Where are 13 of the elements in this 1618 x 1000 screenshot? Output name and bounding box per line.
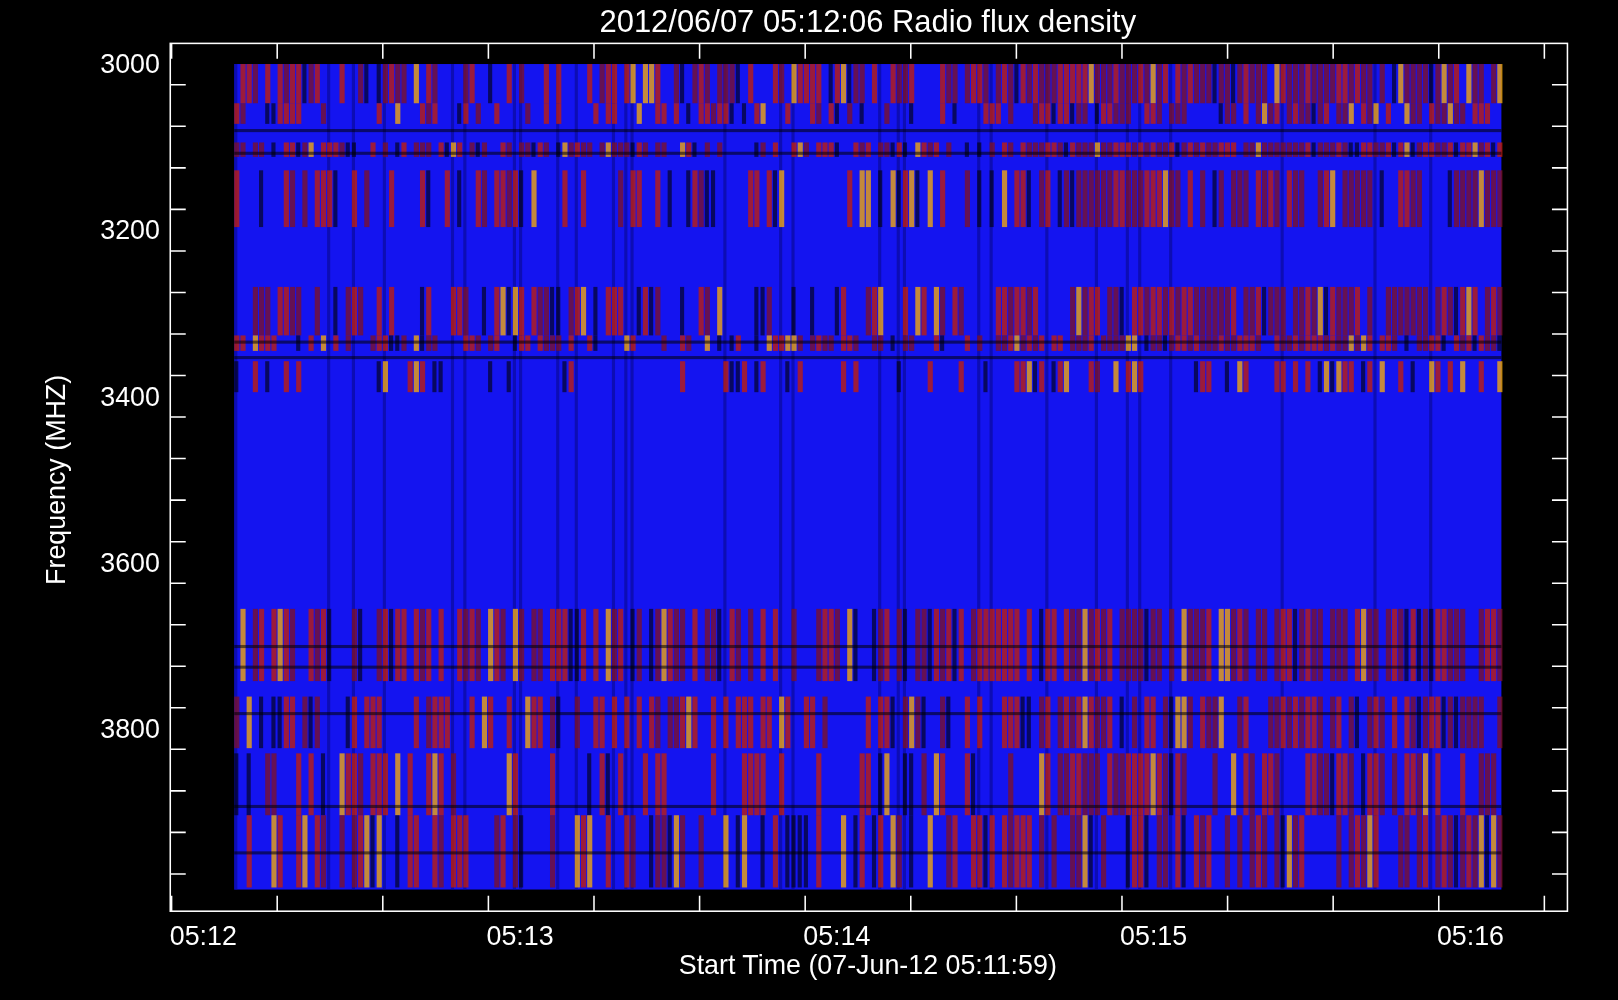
x-tick-label: 05:16 — [1436, 921, 1504, 952]
x-axis-label: Start Time (07-Jun-12 05:11:59) — [678, 950, 1057, 981]
y-tick-label: 3400 — [100, 381, 160, 412]
y-tick-label: 3600 — [100, 547, 160, 578]
plot-title: 2012/06/07 05:12:06 Radio flux density — [599, 4, 1137, 40]
x-tick-label: 05:15 — [1120, 921, 1188, 952]
y-tick-label: 3800 — [100, 713, 160, 744]
y-tick-label: 3200 — [100, 215, 160, 246]
y-axis-label: Frequency (MHZ) — [41, 374, 71, 585]
x-tick-label: 05:14 — [803, 921, 871, 952]
y-tick-label: 3000 — [100, 49, 160, 80]
x-tick-label: 05:12 — [169, 921, 237, 952]
x-tick-label: 05:13 — [486, 921, 554, 952]
